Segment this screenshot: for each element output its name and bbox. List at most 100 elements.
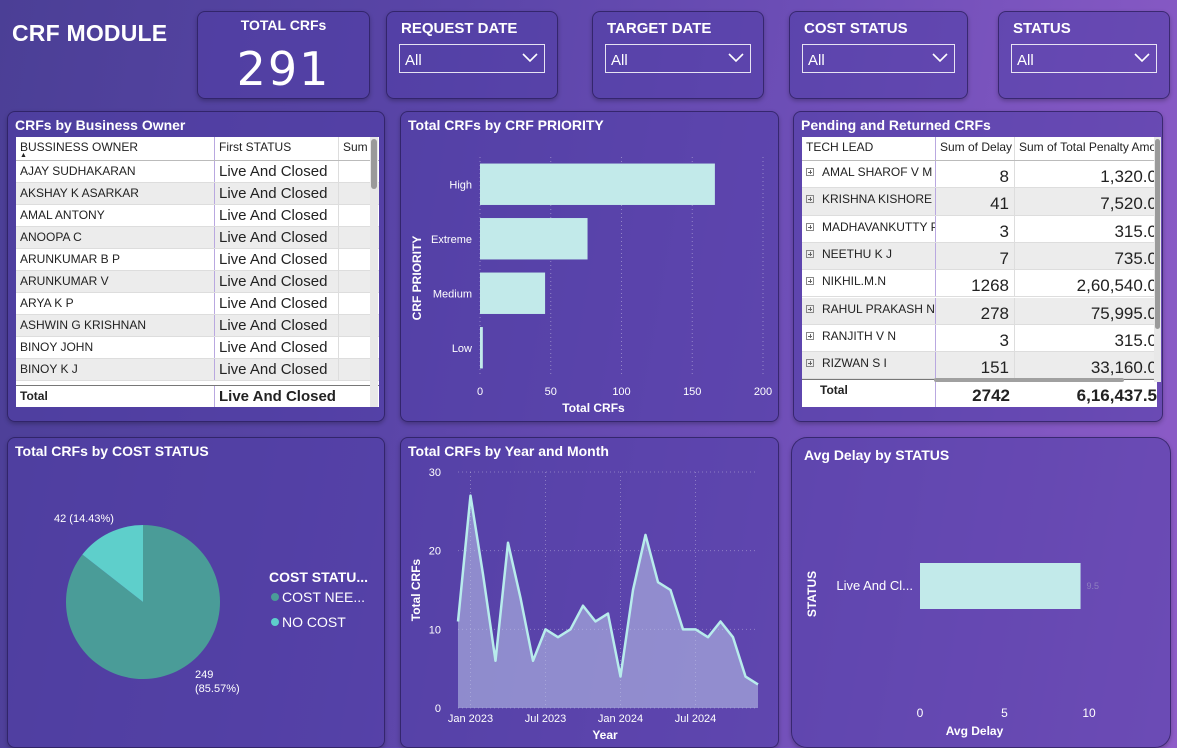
status-dropdown[interactable]: All — [1011, 44, 1157, 73]
y-category-label: Live And Cl... — [836, 578, 913, 593]
kpi-label: TOTAL CRFs — [240, 17, 327, 33]
slice-data-label: (85.57%) — [195, 683, 240, 695]
table-row[interactable]: ANOOPA C Live And Closed — [16, 227, 379, 249]
sum-cell — [339, 315, 369, 336]
total-delay: 2742 — [972, 386, 1010, 405]
column-header-delay[interactable]: Sum of Delay — [936, 137, 1015, 160]
scrollbar-thumb[interactable] — [371, 139, 377, 189]
delay-cell: 1268 — [936, 270, 1015, 297]
y-tick-label: 20 — [429, 546, 441, 558]
tech-lead-cell: RAHUL PRAKASH N — [802, 297, 936, 324]
expand-icon[interactable] — [806, 277, 814, 286]
table-row[interactable]: NEETHU K J 7 735.0 — [802, 242, 1157, 271]
first-status: Live And Closed — [215, 249, 339, 270]
tech-lead-name: KRISHNA KISHORE — [822, 192, 933, 207]
table-row[interactable]: AMAL SHAROF V M 8 1,320.0 — [802, 161, 1157, 189]
kpi-value: 291 — [236, 42, 331, 96]
total-status: Live And Closed — [219, 388, 336, 405]
column-header-sum[interactable]: Sum — [339, 137, 369, 160]
table-row[interactable]: AJAY SUDHAKARAN Live And Closed — [16, 161, 379, 183]
business-owner-table: BUSSINESS OWNER ▲ First STATUS Sum AJAY … — [16, 137, 379, 407]
y-category-label: Medium — [433, 288, 472, 300]
delay-cell: 8 — [936, 161, 1015, 188]
column-header-status[interactable]: First STATUS — [215, 137, 339, 160]
table-row[interactable]: BINOY JOHN Live And Closed — [16, 337, 379, 359]
status-slicer: STATUS All — [998, 11, 1170, 99]
slice-data-label: 249 — [195, 669, 213, 681]
table-row[interactable]: RANJITH V N 3 315.0 — [802, 324, 1157, 353]
x-tick-label: Jan 2023 — [448, 713, 493, 725]
table-row[interactable]: ARYA K P Live And Closed — [16, 293, 379, 315]
table-row[interactable]: RAHUL PRAKASH N 278 75,995.0 — [802, 297, 1157, 325]
column-header-owner[interactable]: BUSSINESS OWNER ▲ — [16, 137, 215, 160]
table-row[interactable]: ARUNKUMAR V Live And Closed — [16, 271, 379, 293]
tech-lead-cell: MADHAVANKUTTY P — [802, 215, 936, 242]
tech-lead-name: MADHAVANKUTTY P — [822, 219, 936, 234]
expand-icon[interactable] — [806, 359, 814, 368]
delay-cell: 7 — [936, 242, 1015, 270]
delay-cell: 151 — [936, 352, 1015, 379]
cost-status-slicer: COST STATUS All — [789, 11, 968, 99]
pending-returned-card: Pending and Returned CRFs TECH LEAD Sum … — [793, 111, 1163, 422]
penalty-cell: 7,520.0 — [1100, 194, 1157, 214]
expand-icon[interactable] — [806, 304, 814, 313]
table-row[interactable]: RIZWAN S I 151 33,160.0 — [802, 352, 1157, 380]
expand-icon[interactable] — [806, 195, 814, 204]
cost-status-chart-card: Total CRFs by COST STATUS 249 (85.57%) 42 … — [7, 437, 385, 748]
table-row[interactable]: BINOY K J Live And Closed — [16, 359, 379, 381]
bar-data-label: 9.5 — [1087, 581, 1100, 591]
tech-lead-name: RANJITH V N — [822, 328, 897, 343]
total-sum — [339, 386, 369, 407]
tech-lead-cell: KRISHNA KISHORE — [802, 188, 936, 215]
request-date-dropdown[interactable]: All — [399, 44, 545, 73]
expand-icon[interactable] — [806, 249, 814, 258]
sum-cell — [339, 227, 369, 248]
y-category-label: High — [449, 179, 472, 191]
sort-ascending-icon: ▲ — [20, 152, 27, 159]
first-status: Live And Closed — [215, 337, 339, 358]
cost-status-dropdown[interactable]: All — [802, 44, 955, 73]
pending-returned-table: TECH LEAD Sum of Delay Sum of Total Pena… — [802, 137, 1157, 407]
slicer-value: All — [405, 52, 422, 69]
column-header-tech-lead[interactable]: TECH LEAD — [802, 137, 936, 160]
table-row[interactable]: AKSHAY K ASARKAR Live And Closed — [16, 183, 379, 205]
sum-cell — [339, 271, 369, 292]
table-row[interactable]: AMAL ANTONY Live And Closed — [16, 205, 379, 227]
first-status: Live And Closed — [215, 271, 339, 292]
table-row[interactable]: NIKHIL.M.N 1268 2,60,540.0 — [802, 270, 1157, 298]
tech-lead-cell: RANJITH V N — [802, 324, 936, 352]
chevron-down-icon — [1134, 53, 1150, 63]
y-tick-label: 0 — [435, 703, 441, 715]
expand-icon[interactable] — [806, 331, 814, 340]
bar-extreme — [480, 218, 588, 260]
tech-lead-cell: NEETHU K J — [802, 242, 936, 270]
x-tick-label: 50 — [545, 386, 557, 398]
table-row[interactable]: MADHAVANKUTTY P 3 315.0 — [802, 215, 1157, 243]
first-status: Live And Closed — [215, 183, 339, 204]
tech-lead-cell: NIKHIL.M.N — [802, 270, 936, 297]
expand-icon[interactable] — [806, 222, 814, 231]
table-row[interactable]: ARUNKUMAR B P Live And Closed — [16, 249, 379, 271]
table-row[interactable]: ASHWIN G KRISHNAN Live And Closed — [16, 315, 379, 337]
scrollbar-thumb[interactable] — [1155, 139, 1160, 329]
vertical-scrollbar[interactable] — [1154, 137, 1161, 382]
first-status: Live And Closed — [215, 227, 339, 248]
horizontal-scrollbar[interactable] — [934, 378, 1124, 382]
slicer-value: All — [808, 52, 825, 69]
legend-marker — [271, 618, 279, 626]
x-tick-label: 200 — [754, 386, 772, 398]
delay-cell: 3 — [936, 215, 1015, 242]
target-date-dropdown[interactable]: All — [605, 44, 751, 73]
sum-cell — [339, 293, 369, 314]
expand-icon[interactable] — [806, 168, 814, 176]
vertical-scrollbar[interactable] — [370, 137, 378, 407]
business-owner-card: CRFs by Business Owner BUSSINESS OWNER ▲… — [7, 111, 385, 422]
x-tick-label: Jul 2023 — [525, 713, 567, 725]
owner-name: ASHWIN G KRISHNAN — [16, 315, 215, 336]
tech-lead-name: NIKHIL.M.N — [822, 274, 887, 289]
x-tick-label: Jul 2024 — [675, 713, 717, 725]
tech-lead-cell: AMAL SHAROF V M — [802, 161, 936, 188]
table-row[interactable]: KRISHNA KISHORE 41 7,520.0 — [802, 188, 1157, 216]
slicer-label: TARGET DATE — [607, 20, 712, 37]
column-header-penalty[interactable]: Sum of Total Penalty Amou — [1015, 137, 1157, 160]
